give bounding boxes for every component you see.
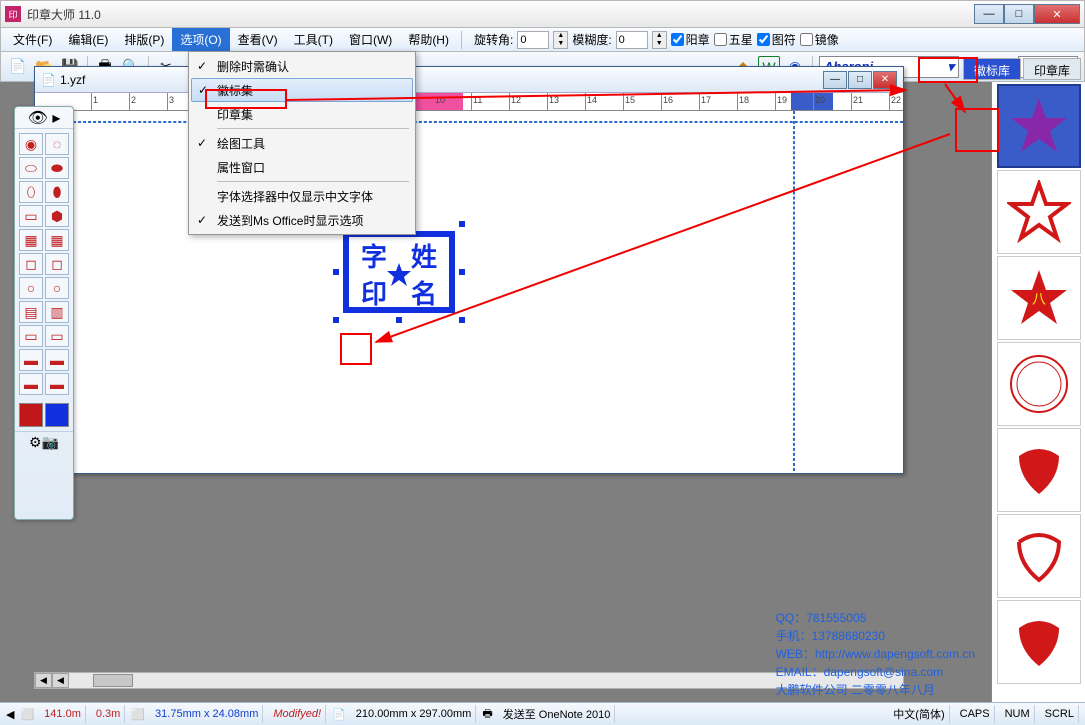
scrollbar-horizontal[interactable]: ◀ ◀ [34, 672, 904, 689]
lib-item-hammer-b[interactable] [997, 514, 1081, 598]
doc-icon: 📄 [41, 73, 56, 87]
dropdown-item[interactable]: ✓绘图工具 [191, 131, 413, 155]
doc-minimize-button[interactable]: — [823, 71, 847, 89]
check-yang[interactable]: 阳章 [671, 31, 710, 48]
canvas[interactable]: 字 姓 印 名 [53, 111, 903, 473]
status-lang: 中文(简体) [889, 705, 949, 723]
contact-info: QQ：781555005 手机：13788680230 WEB：http://w… [776, 609, 975, 699]
lib-item-star-army[interactable]: 八 [997, 256, 1081, 340]
palette-tool-rect2[interactable]: ▭ [45, 325, 69, 347]
status-caps: CAPS [956, 705, 995, 723]
palette-tool-bar2[interactable]: ▬ [45, 349, 69, 371]
swatch-red[interactable] [19, 403, 43, 427]
palette-tool-grid2[interactable]: ▦ [45, 229, 69, 251]
palette-tool-circle[interactable]: ○ [19, 277, 43, 299]
swatch-blue[interactable] [45, 403, 69, 427]
dropdown-item[interactable]: 属性窗口 [191, 155, 413, 179]
palette-tool-oval[interactable]: ⬭ [19, 157, 43, 179]
menu-window[interactable]: 窗口(W) [341, 28, 400, 51]
menu-file[interactable]: 文件(F) [5, 28, 60, 51]
maximize-button[interactable]: □ [1004, 4, 1034, 24]
palette-tool-bar4[interactable]: ▬ [45, 373, 69, 395]
palette-tool-hash2[interactable]: ▥ [45, 301, 69, 323]
blur-label: 模糊度: [572, 31, 611, 48]
palette-tool-bar[interactable]: ▬ [19, 349, 43, 371]
window-title: 印章大师 11.0 [27, 6, 974, 23]
menu-tools[interactable]: 工具(T) [286, 28, 341, 51]
status-selection: 31.75mm x 24.08mm [151, 705, 263, 723]
palette-tool-square[interactable]: ◻ [19, 253, 43, 275]
titlebar: 印 印章大师 11.0 — □ ✕ [0, 0, 1085, 28]
status-num: NUM [1001, 705, 1035, 723]
rotation-spinner[interactable]: ▲▼ [553, 31, 568, 49]
blur-spinner[interactable]: ▲▼ [652, 31, 667, 49]
svg-text:八: 八 [1032, 291, 1046, 307]
minimize-button[interactable]: — [974, 4, 1004, 24]
status-coord: 141.0m [40, 705, 86, 723]
menu-help[interactable]: 帮助(H) [400, 28, 457, 51]
palette-tool-oval-thin[interactable]: ⬯ [19, 181, 43, 203]
palette-tool-grid[interactable]: ▦ [19, 229, 43, 251]
palette-tool-circle-star[interactable]: ◉ [19, 133, 43, 155]
menu-layout[interactable]: 排版(P) [116, 28, 172, 51]
blur-input[interactable] [616, 31, 648, 49]
lib-item-hammer-a[interactable] [997, 428, 1081, 512]
menu-options[interactable]: 选项(O) [172, 28, 229, 51]
new-icon[interactable]: 📄 [7, 56, 29, 78]
libtab-emblem[interactable]: 徽标库 [963, 58, 1021, 80]
palette-tool-rect[interactable]: ▭ [19, 325, 43, 347]
lib-item-hammer-c[interactable] [997, 600, 1081, 684]
options-dropdown: ✓删除时需确认✓徽标集印章集 ✓绘图工具属性窗口字体选择器中仅显示中文字体✓发送到… [188, 51, 416, 235]
status-zoom: 0.3m [92, 705, 125, 723]
dropdown-item[interactable]: ✓徽标集 [191, 78, 413, 102]
dropdown-item[interactable]: 印章集 [191, 102, 413, 126]
dropdown-item[interactable]: 字体选择器中仅显示中文字体 [191, 184, 413, 208]
tool-palette[interactable]: 👁 ▸ ◉◌⬭⬬⬯⬮▭⬢▦▦◻◻○○▤▥▭▭▬▬▬▬ ⚙📷 [14, 106, 74, 520]
scroll-left2-icon[interactable]: ◀ [52, 673, 69, 688]
doc-maximize-button[interactable]: □ [848, 71, 872, 89]
palette-tool-bar3[interactable]: ▬ [19, 373, 43, 395]
selection-handles[interactable] [336, 224, 462, 320]
eye-icon[interactable]: 👁 ▸ [15, 107, 73, 129]
palette-settings-icon[interactable]: ⚙📷 [15, 431, 73, 453]
palette-tool-hex[interactable]: ⬢ [45, 205, 69, 227]
statusbar: ◀ ⬜ 141.0m 0.3m ⬜ 31.75mm x 24.08mm Modi… [0, 702, 1085, 725]
palette-tool-oval-thin2[interactable]: ⬮ [45, 181, 69, 203]
rotation-input[interactable] [517, 31, 549, 49]
close-button[interactable]: ✕ [1034, 4, 1080, 24]
lib-item-star-purple[interactable] [997, 84, 1081, 168]
ruler-horizontal[interactable]: 12345678910111213141516171819202122 [53, 93, 903, 111]
libtab-stamp[interactable]: 印章库 [1023, 58, 1081, 80]
document-window: 📄 1.yzf — □ ✕ 12345678910111213141516171… [34, 66, 904, 474]
lib-item-emblem-circle[interactable] [997, 342, 1081, 426]
doc-close-button[interactable]: ✕ [873, 71, 897, 89]
arrow-left-icon[interactable]: ◀ [6, 708, 14, 721]
palette-tool-circle2[interactable]: ○ [45, 277, 69, 299]
palette-tool-oval-dash[interactable]: ⬬ [45, 157, 69, 179]
status-scrl: SCRL [1041, 705, 1079, 723]
dropdown-item[interactable]: ✓发送到Ms Office时显示选项 [191, 208, 413, 232]
dropdown-item[interactable]: ✓删除时需确认 [191, 54, 413, 78]
check-star[interactable]: 五星 [714, 31, 753, 48]
menubar: 文件(F) 编辑(E) 排版(P) 选项(O) 查看(V) 工具(T) 窗口(W… [0, 28, 1085, 52]
rotation-label: 旋转角: [474, 31, 513, 48]
document-title: 1.yzf [60, 73, 823, 87]
status-page: 210.00mm x 297.00mm [352, 705, 477, 723]
check-symbol[interactable]: 图符 [757, 31, 796, 48]
menu-edit[interactable]: 编辑(E) [60, 28, 116, 51]
app-logo: 印 [5, 6, 21, 22]
palette-tool-rect-oval[interactable]: ▭ [19, 205, 43, 227]
scroll-thumb[interactable] [93, 674, 133, 687]
check-mirror[interactable]: 镜像 [800, 31, 839, 48]
palette-tool-circle-dash[interactable]: ◌ [45, 133, 69, 155]
palette-tool-hash[interactable]: ▤ [19, 301, 43, 323]
status-send: 发送至 OneNote 2010 [499, 705, 616, 723]
palette-tool-square-dash[interactable]: ◻ [45, 253, 69, 275]
library-panel: 八 [991, 82, 1085, 702]
scroll-left-icon[interactable]: ◀ [35, 673, 52, 688]
menu-view[interactable]: 查看(V) [230, 28, 286, 51]
status-modified: Modifyed! [269, 705, 326, 723]
lib-item-star-outline[interactable] [997, 170, 1081, 254]
